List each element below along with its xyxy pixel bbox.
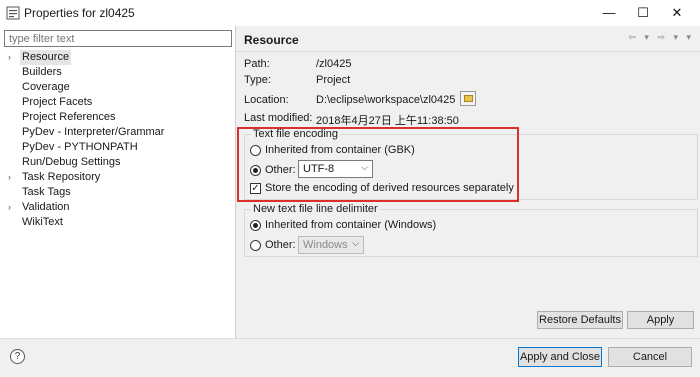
window-title: Properties for zl0425	[24, 6, 135, 20]
category-tree: › Resource Builders Coverage Project Fac…	[8, 50, 166, 230]
path-label: Path:	[244, 58, 270, 70]
tree-item-task-tags[interactable]: Task Tags	[8, 185, 166, 200]
history-nav-icons[interactable]: ⇦ ▾ ⇨ ▾ ▾	[628, 32, 694, 43]
tree-item-label: Validation	[22, 201, 70, 213]
location-label: Location:	[244, 94, 289, 106]
delimiter-inherited-label[interactable]: Inherited from container (Windows)	[265, 219, 436, 231]
restore-defaults-button[interactable]: Restore Defaults	[537, 311, 623, 329]
tree-item-pydev-interpreter[interactable]: PyDev - Interpreter/Grammar	[8, 125, 166, 140]
tree-item-label: Project Facets	[22, 96, 93, 108]
tree-item-label: Task Repository	[22, 171, 101, 183]
category-panel: › Resource Builders Coverage Project Fac…	[0, 26, 236, 338]
last-modified-label: Last modified:	[244, 112, 313, 124]
title-bar: Properties for zl0425 — ☐ ✕	[0, 0, 700, 26]
tree-item-project-references[interactable]: Project References	[8, 110, 166, 125]
tree-item-validation[interactable]: › Validation	[8, 200, 166, 215]
delimiter-other-radio[interactable]	[250, 240, 261, 251]
apply-and-close-button[interactable]: Apply and Close	[518, 347, 602, 367]
location-value: D:\eclipse\workspace\zl0425	[316, 94, 456, 106]
dialog-button-bar: ? Apply and Close Cancel	[0, 338, 700, 377]
chevron-right-icon[interactable]: ›	[8, 50, 18, 65]
last-modified-value: 2018年4月27日 上午11:38:50	[316, 115, 459, 127]
tree-item-label: Task Tags	[22, 186, 71, 198]
tree-item-label: WikiText	[22, 216, 63, 228]
path-value: /zl0425	[316, 58, 352, 70]
chevron-down-icon: ⌵	[352, 238, 359, 248]
tree-item-label: Project References	[22, 111, 116, 123]
page-title: Resource	[244, 33, 299, 47]
type-value: Project	[316, 74, 351, 86]
folder-icon	[464, 95, 473, 102]
tree-item-label: Resource	[20, 50, 72, 65]
tree-item-task-repository[interactable]: › Task Repository	[8, 170, 166, 185]
filter-input[interactable]	[4, 30, 232, 47]
eclipse-app-icon	[6, 6, 20, 20]
tree-item-resource[interactable]: › Resource	[8, 50, 166, 65]
tree-item-coverage[interactable]: Coverage	[8, 80, 166, 95]
type-label: Type:	[244, 74, 271, 86]
delimiter-inherited-radio[interactable]	[250, 220, 261, 231]
tree-item-pydev-pythonpath[interactable]: PyDev - PYTHONPATH	[8, 140, 166, 155]
tree-item-label: Coverage	[22, 81, 70, 93]
tree-item-label: Builders	[22, 66, 62, 78]
open-location-button[interactable]	[460, 91, 476, 106]
delimiter-other-label[interactable]: Other:	[265, 239, 296, 251]
tree-item-builders[interactable]: Builders	[8, 65, 166, 80]
delimiter-select[interactable]: Windows ⌵	[298, 236, 364, 254]
close-icon[interactable]: ✕	[660, 0, 694, 26]
page-header: Resource ⇦ ▾ ⇨ ▾ ▾	[236, 26, 700, 52]
tree-item-label: PyDev - Interpreter/Grammar	[22, 126, 165, 138]
maximize-icon[interactable]: ☐	[626, 0, 660, 26]
tree-item-run-debug-settings[interactable]: Run/Debug Settings	[8, 155, 166, 170]
tree-item-label: PyDev - PYTHONPATH	[22, 141, 138, 153]
delimiter-select-value: Windows	[303, 239, 348, 251]
cancel-button[interactable]: Cancel	[608, 347, 692, 367]
tree-item-wikitext[interactable]: WikiText	[8, 215, 166, 230]
chevron-right-icon[interactable]: ›	[8, 200, 18, 215]
minimize-icon[interactable]: —	[592, 0, 626, 26]
help-icon[interactable]: ?	[10, 349, 25, 364]
line-delimiter-title: New text file line delimiter	[251, 203, 380, 215]
line-delimiter-group: New text file line delimiter Inherited f…	[244, 203, 698, 257]
apply-button[interactable]: Apply	[627, 311, 694, 329]
tree-item-project-facets[interactable]: Project Facets	[8, 95, 166, 110]
tree-item-label: Run/Debug Settings	[22, 156, 121, 168]
chevron-right-icon[interactable]: ›	[8, 170, 18, 185]
annotation-highlight-box	[237, 127, 519, 202]
